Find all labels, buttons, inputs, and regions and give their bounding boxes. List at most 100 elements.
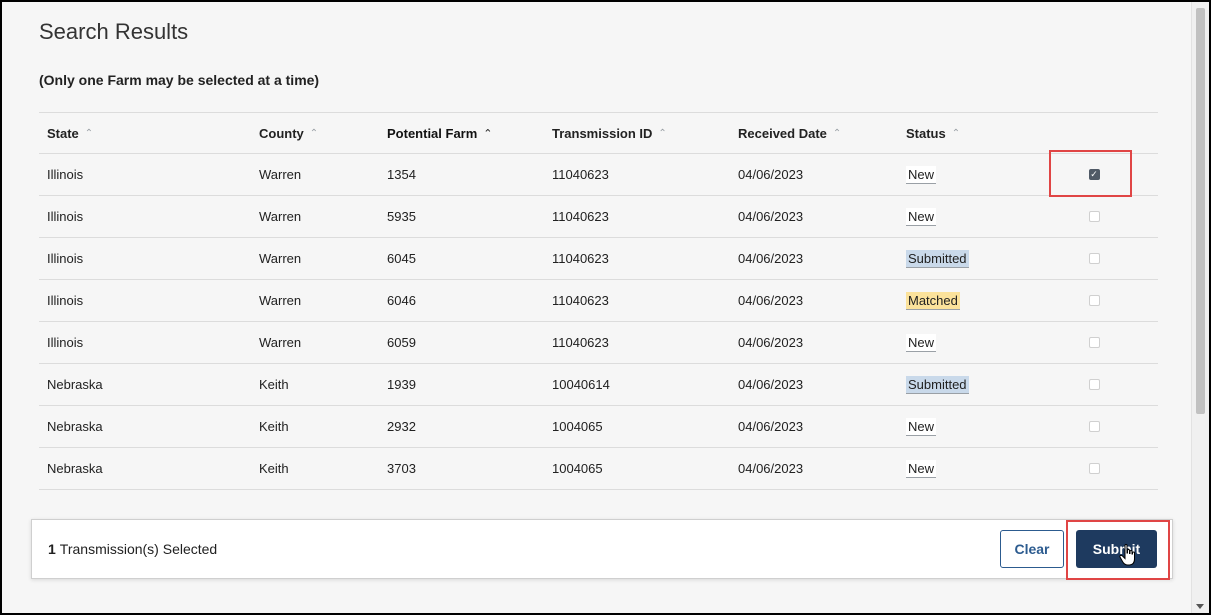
cell-transmission-id: 10040614 <box>552 377 610 392</box>
checkbox-icon[interactable] <box>1088 379 1100 390</box>
cell-transmission-id: 1004065 <box>552 461 603 476</box>
header-received-date[interactable]: Received Date ⌃ <box>738 113 841 153</box>
cell-potential-farm: 1939 <box>387 377 416 392</box>
cell-state: Illinois <box>47 335 84 350</box>
selection-note: (Only one Farm may be selected at a time… <box>39 72 320 88</box>
selection-footer-bar: 1 Transmission(s) Selected Clear Submit <box>31 519 1173 579</box>
cell-transmission-id: 11040623 <box>552 335 609 350</box>
status-badge: New <box>906 333 937 352</box>
cell-transmission-id: 11040623 <box>552 251 609 266</box>
cell-select[interactable] <box>1079 280 1109 321</box>
cell-received-date: 04/06/2023 <box>738 167 804 182</box>
status-badge: New <box>906 417 937 436</box>
header-state[interactable]: State ⌃ <box>47 113 93 153</box>
cell-select[interactable] <box>1079 238 1109 279</box>
clear-button[interactable]: Clear <box>1000 530 1064 568</box>
sort-county-icon: ⌃ <box>309 127 319 139</box>
checkbox-icon[interactable] <box>1088 421 1100 432</box>
cell-state: Illinois <box>47 293 84 308</box>
cell-county: Keith <box>259 377 289 392</box>
cell-potential-farm: 1354 <box>387 167 416 182</box>
header-received-date-label: Received Date <box>738 125 827 141</box>
status-badge: Submitted <box>906 375 969 394</box>
scroll-down-arrow-icon[interactable] <box>1196 604 1204 609</box>
checkbox-icon[interactable] <box>1088 253 1100 264</box>
cell-received-date: 04/06/2023 <box>738 251 804 266</box>
page-title: Search Results <box>39 19 189 44</box>
status-badge: New <box>906 207 937 226</box>
table-row[interactable]: Illinois Warren 6059 11040623 04/06/2023 New <box>39 322 1158 364</box>
cell-county: Warren <box>259 251 302 266</box>
cell-status: New <box>906 154 937 195</box>
cell-select[interactable] <box>1079 364 1109 405</box>
cell-received-date: 04/06/2023 <box>738 419 804 434</box>
header-transmission-id-label: Transmission ID <box>552 125 653 141</box>
cell-status: New <box>906 406 937 447</box>
status-badge: New <box>906 459 937 478</box>
table-row[interactable]: Illinois Warren 6045 11040623 04/06/2023 Subm… <box>39 238 1158 280</box>
header-state-label: State <box>47 125 79 141</box>
checkbox-icon[interactable] <box>1088 337 1100 348</box>
table-row[interactable]: Illinois Warren 1354 11040623 04/06/2023 New ✓ <box>39 154 1158 196</box>
cell-county: Warren <box>259 167 302 182</box>
cell-state: Illinois <box>47 167 84 182</box>
header-transmission-id[interactable]: Transmission ID ⌃ <box>552 113 667 153</box>
sort-transmission-id-icon: ⌃ <box>658 127 667 139</box>
cell-status: New <box>906 322 937 363</box>
vertical-scrollbar[interactable] <box>1191 2 1209 613</box>
header-status[interactable]: Status ⌃ <box>906 113 960 153</box>
checkbox-highlight-box <box>1049 150 1132 197</box>
cell-potential-farm: 6045 <box>387 251 416 266</box>
table-body: Illinois Warren 1354 11040623 04/06/2023 New ✓… <box>39 154 1158 490</box>
cell-select[interactable] <box>1079 406 1109 447</box>
cell-county: Warren <box>259 335 302 350</box>
cell-potential-farm: 5935 <box>387 209 416 224</box>
cell-county: Warren <box>259 209 302 224</box>
cell-transmission-id: 11040623 <box>552 209 609 224</box>
header-county-label: County <box>259 125 304 141</box>
sort-status-icon: ⌃ <box>951 127 961 139</box>
cell-status: New <box>906 196 937 237</box>
cell-county: Warren <box>259 293 302 308</box>
cell-status: Submitted <box>906 364 969 405</box>
status-badge: Submitted <box>906 249 969 268</box>
cell-received-date: 04/06/2023 <box>738 377 804 392</box>
cell-transmission-id: 11040623 <box>552 293 609 308</box>
checkbox-icon[interactable] <box>1088 463 1100 474</box>
checkbox-icon[interactable] <box>1088 295 1100 306</box>
cell-status: Submitted <box>906 238 969 279</box>
hand-pointer-icon <box>1119 544 1135 566</box>
sort-state-icon: ⌃ <box>84 127 94 139</box>
header-potential-farm-label: Potential Farm <box>387 125 478 141</box>
cell-county: Keith <box>259 419 289 434</box>
cell-potential-farm: 6059 <box>387 335 416 350</box>
header-potential-farm[interactable]: Potential Farm ⌃ <box>387 113 493 153</box>
cell-state: Illinois <box>47 209 84 224</box>
table-row[interactable]: Nebraska Keith 1939 10040614 04/06/2023 Submi… <box>39 364 1158 406</box>
table-row[interactable]: Illinois Warren 5935 11040623 04/06/2023 New <box>39 196 1158 238</box>
header-county[interactable]: County ⌃ <box>259 113 318 153</box>
status-badge: New <box>906 165 937 184</box>
cell-select[interactable] <box>1079 322 1109 363</box>
selection-summary: 1 Transmission(s) Selected <box>48 520 217 578</box>
cell-select[interactable] <box>1079 196 1109 237</box>
table-row[interactable]: Nebraska Keith 2932 1004065 04/06/2023 New <box>39 406 1158 448</box>
scrollbar-thumb[interactable] <box>1196 8 1205 414</box>
cell-received-date: 04/06/2023 <box>738 209 804 224</box>
checkbox-icon[interactable] <box>1088 211 1100 222</box>
cell-state: Nebraska <box>47 377 103 392</box>
cell-transmission-id: 1004065 <box>552 419 603 434</box>
cell-received-date: 04/06/2023 <box>738 335 804 350</box>
cell-status: Matched <box>906 280 960 321</box>
cell-select[interactable] <box>1079 448 1109 489</box>
cell-received-date: 04/06/2023 <box>738 461 804 476</box>
header-status-label: Status <box>906 125 946 141</box>
table-row[interactable]: Illinois Warren 6046 11040623 04/06/2023 Matc… <box>39 280 1158 322</box>
cell-received-date: 04/06/2023 <box>738 293 804 308</box>
cell-potential-farm: 2932 <box>387 419 416 434</box>
table-row[interactable]: Nebraska Keith 3703 1004065 04/06/2023 New <box>39 448 1158 490</box>
cell-county: Keith <box>259 461 289 476</box>
table-header-row: State ⌃ County ⌃ Potential Farm ⌃ Transm… <box>39 112 1158 154</box>
selected-count: 1 <box>48 541 56 557</box>
cell-transmission-id: 11040623 <box>552 167 609 182</box>
